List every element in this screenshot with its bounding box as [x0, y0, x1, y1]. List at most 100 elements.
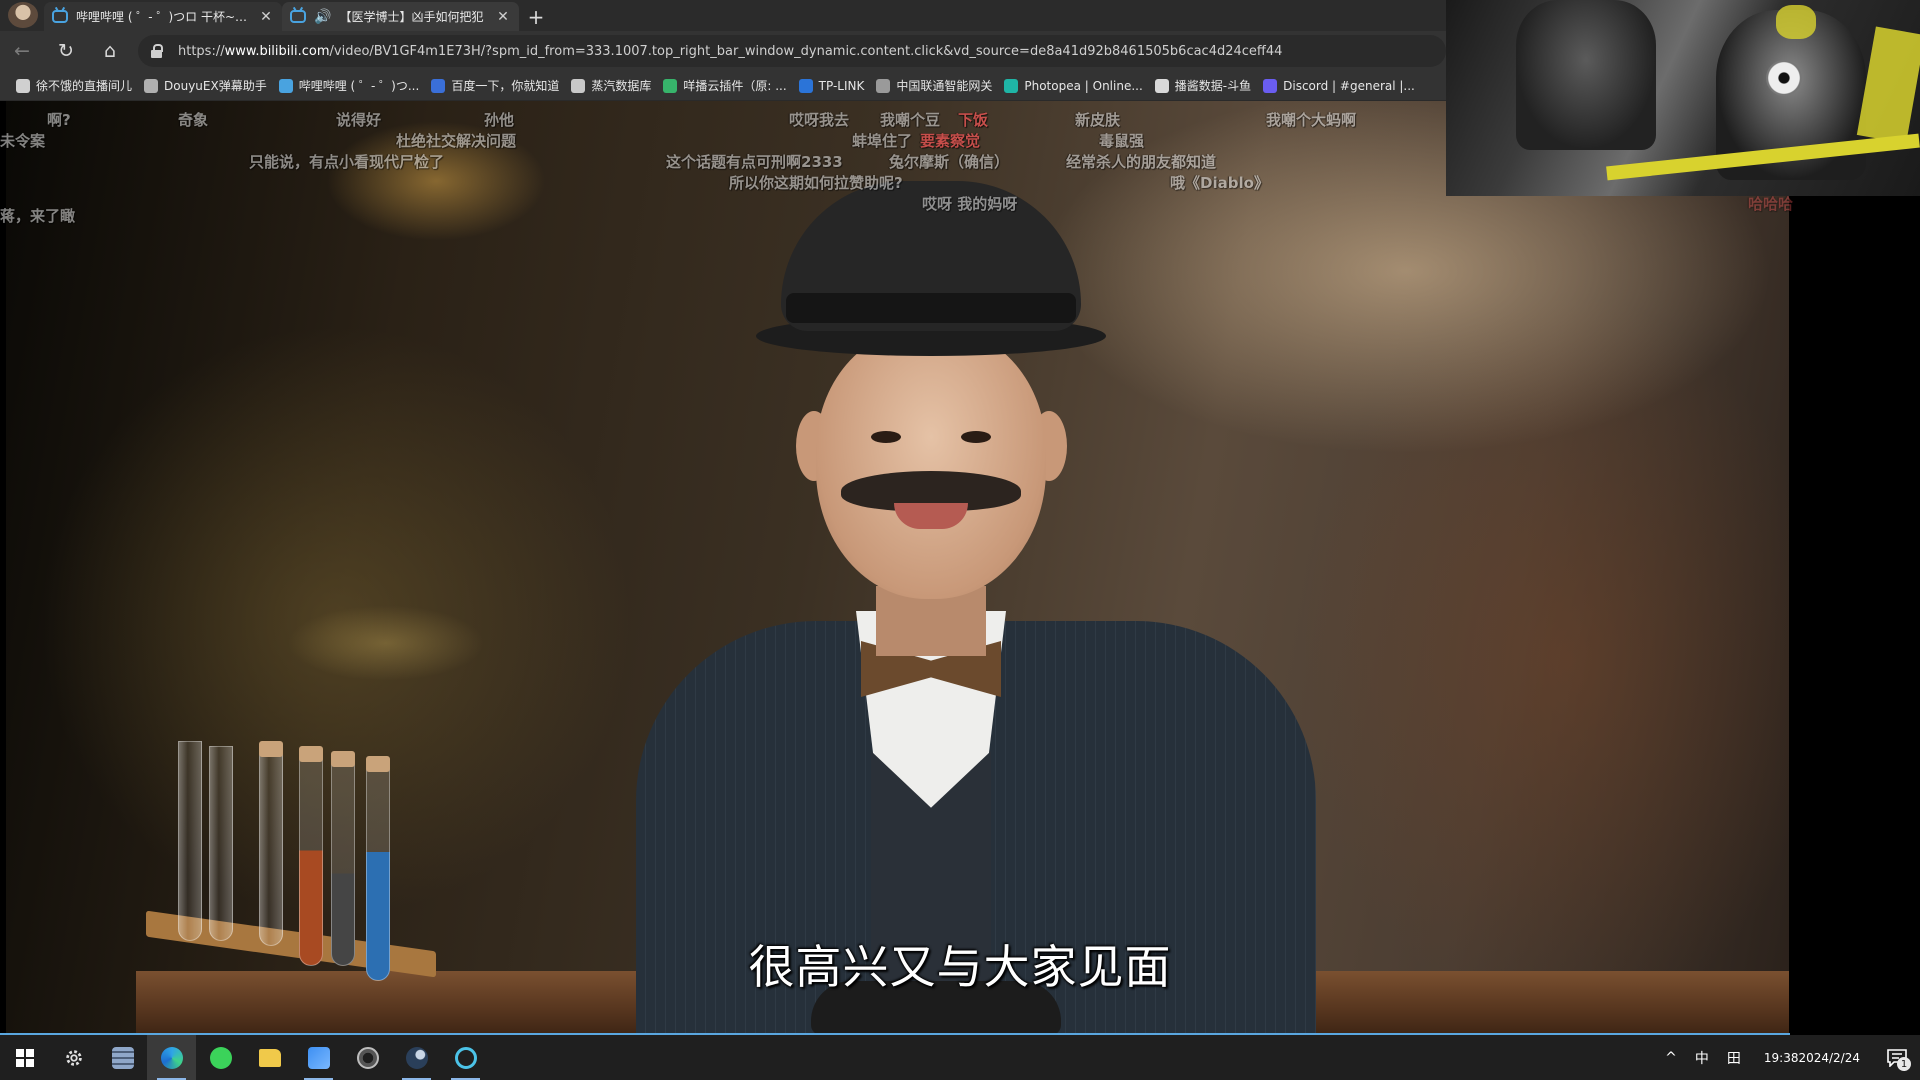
danmaku-comment: 蒋，来了瞰	[0, 207, 76, 225]
ime-language-indicator[interactable]: 中	[1686, 1035, 1718, 1080]
cork	[366, 756, 390, 772]
bookmark-favicon-icon	[1263, 78, 1278, 93]
close-icon[interactable]: ✕	[258, 9, 274, 25]
bookmark-item[interactable]: 蒸汽数据库	[567, 77, 659, 94]
danmaku-comment: 经常杀人的朋友都知道	[1066, 153, 1217, 171]
bookmark-favicon-icon	[1004, 78, 1019, 93]
bookmark-item[interactable]: Photopea | Online...	[1000, 78, 1150, 93]
bookmark-favicon-icon	[278, 78, 293, 93]
tab-label: 哔哩哔哩 ( ゜- ゜)つロ 干杯~-bilil	[76, 10, 250, 24]
taskbar-ring-app[interactable]	[441, 1035, 490, 1080]
danmaku-comment: 蚌埠住了	[852, 132, 913, 150]
taskbar-steam[interactable]	[392, 1035, 441, 1080]
bookmark-label: Photopea | Online...	[1024, 78, 1143, 93]
url-path: /video/BV1GF4m1E73H/?spm_id_from=333.100…	[329, 43, 1283, 59]
ring-app-icon	[454, 1046, 477, 1069]
pip-eyeball	[1766, 60, 1802, 96]
reload-button[interactable]: ↻	[44, 33, 88, 69]
bookmark-label: 百度一下，你就知道	[451, 79, 560, 93]
danmaku-comment: 下饭	[958, 111, 989, 129]
danmaku-comment: 只能说，有点小看现代尸检了	[249, 153, 445, 171]
browser-toolbar: ← ↻ ⌂ https://www.bilibili.com/video/BV1…	[0, 31, 1446, 71]
desktop-screen: 哔哩哔哩 ( ゜- ゜)つロ 干杯~-bilil ✕ 🔊 【医学博士】凶手如何把…	[0, 0, 1920, 1080]
taskbar-obs[interactable]	[343, 1035, 392, 1080]
taskbar-feishu[interactable]	[294, 1035, 343, 1080]
bookmark-label: 中国联通智能网关	[896, 79, 993, 93]
taskbar-xbox[interactable]	[196, 1035, 245, 1080]
taskbar-calculator[interactable]	[98, 1035, 147, 1080]
bookmark-favicon-icon	[798, 78, 813, 93]
home-button[interactable]: ⌂	[88, 33, 132, 69]
bookmark-item[interactable]: TP-LINK	[795, 78, 873, 93]
video-frame	[6, 101, 1789, 1035]
speaker-icon[interactable]: 🔊	[314, 9, 331, 25]
bookmark-item[interactable]: Discord | #general |...	[1259, 78, 1423, 93]
background-bottles	[256, 571, 516, 691]
xbox-icon	[209, 1046, 232, 1069]
presenter	[636, 181, 1316, 1035]
face	[816, 329, 1046, 599]
video-subtitle: 很高兴又与大家见面	[748, 940, 1172, 994]
danmaku-comment: 啊?	[47, 111, 71, 129]
bookmark-item[interactable]: 哔哩哔哩 ( ゜- ゜)つ...	[275, 77, 428, 94]
feishu-icon	[307, 1046, 330, 1069]
steam-icon	[405, 1046, 428, 1069]
system-tray: ^ 中 田 19:38 2024/2/24 1	[1656, 1035, 1920, 1080]
danmaku-comment: 哎呀 我的妈呀	[922, 195, 1018, 213]
test-tube	[178, 741, 202, 941]
test-tube	[209, 746, 233, 941]
edge-browser-icon	[160, 1046, 183, 1069]
bookmark-item[interactable]: 中国联通智能网关	[872, 77, 1000, 94]
bookmark-item[interactable]: 播酱数据-斗鱼	[1151, 77, 1259, 94]
clock[interactable]: 19:38 2024/2/24	[1750, 1035, 1874, 1080]
notification-center-button[interactable]: 1	[1874, 1035, 1920, 1080]
danmaku-comment: 兔尔摩斯（确信）	[889, 153, 1010, 171]
danmaku-comment: 哎呀我去	[789, 111, 850, 129]
tab-video-active[interactable]: 🔊 【医学博士】凶手如何把犯 ✕	[282, 2, 519, 31]
new-tab-button[interactable]: +	[519, 2, 553, 31]
bookmark-item[interactable]: 咩播云插件（原: ...	[659, 77, 794, 94]
pip-figure	[1516, 0, 1656, 150]
danmaku-comment: 哈哈哈	[1748, 195, 1794, 213]
taskbar-settings[interactable]	[49, 1035, 98, 1080]
folder-icon	[258, 1048, 281, 1067]
clock-date: 2024/2/24	[1798, 1050, 1860, 1065]
start-button[interactable]	[0, 1035, 49, 1080]
pip-video-overlay[interactable]	[1446, 0, 1920, 196]
bookmark-item[interactable]: DouyuEX弹幕助手	[140, 77, 275, 94]
bookmark-favicon-icon	[663, 78, 678, 93]
tab-strip: 哔哩哔哩 ( ゜- ゜)つロ 干杯~-bilil ✕ 🔊 【医学博士】凶手如何把…	[0, 0, 1446, 31]
close-icon[interactable]: ✕	[495, 9, 511, 25]
profile-avatar[interactable]	[8, 2, 38, 28]
pip-paint-stripe	[1776, 5, 1816, 39]
taskbar-file-explorer[interactable]	[245, 1035, 294, 1080]
windows-logo-icon	[15, 1048, 34, 1067]
cork	[259, 741, 283, 757]
danmaku-comment: 我嘲个豆	[880, 111, 941, 129]
bookmark-favicon-icon	[16, 78, 30, 93]
bookmark-label: 蒸汽数据库	[591, 79, 652, 93]
danmaku-comment: 新皮肤	[1075, 111, 1121, 129]
cork	[299, 746, 323, 762]
bookmark-item[interactable]: 百度一下，你就知道	[427, 77, 567, 94]
back-button[interactable]: ←	[0, 33, 44, 69]
danmaku-comment: 说得好	[336, 111, 382, 129]
tab-bilibili-home[interactable]: 哔哩哔哩 ( ゜- ゜)つロ 干杯~-bilil ✕	[44, 2, 282, 31]
danmaku-comment: 所以你这期如何拉赞助呢?	[729, 174, 903, 192]
show-hidden-icons-chevron-icon[interactable]: ^	[1656, 1035, 1686, 1080]
ime-mode-icon[interactable]: 田	[1718, 1035, 1750, 1080]
bookmark-label: 咩播云插件（原: ...	[683, 79, 787, 93]
bookmark-favicon-icon	[571, 78, 586, 93]
danmaku-comment: 未令案	[0, 132, 46, 150]
taskbar-edge[interactable]	[147, 1035, 196, 1080]
bookmark-favicon-icon	[1154, 78, 1169, 93]
bilibili-tv-icon	[290, 10, 306, 23]
danmaku-comment: 孙他	[484, 111, 515, 129]
bookmark-favicon-icon	[144, 78, 159, 93]
cork	[331, 751, 355, 767]
address-bar[interactable]: https://www.bilibili.com/video/BV1GF4m1E…	[138, 35, 1446, 67]
windows-taskbar: ^ 中 田 19:38 2024/2/24 1	[0, 1035, 1920, 1080]
lock-icon[interactable]	[150, 44, 164, 58]
bookmark-item[interactable]: 徐不饿的直播间儿	[12, 77, 140, 94]
video-player[interactable]: 啊? 奇象 说得好 孙他 哎呀我去 我嘲个豆 下饭 新皮肤 我嘲个大蚂啊 未令案…	[0, 101, 1920, 1035]
